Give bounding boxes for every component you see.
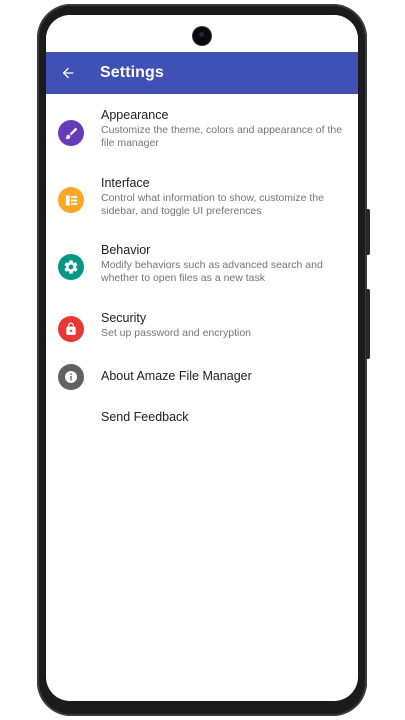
settings-item-security[interactable]: Security Set up password and encryption	[46, 311, 358, 347]
interface-icon	[58, 187, 84, 213]
item-title: Send Feedback	[101, 410, 189, 424]
item-subtitle: Control what information to show, custom…	[101, 192, 324, 217]
settings-item-appearance[interactable]: Appearance Customize the theme, colors a…	[46, 108, 358, 160]
settings-item-send-feedback[interactable]: Send Feedback	[46, 400, 358, 436]
item-title: Security	[101, 311, 147, 325]
gear-icon	[58, 254, 84, 280]
item-subtitle: Set up password and encryption	[101, 327, 252, 339]
settings-item-about[interactable]: About Amaze File Manager	[46, 359, 358, 395]
volume-button	[366, 209, 370, 255]
status-bar	[46, 15, 358, 49]
item-title: Interface	[101, 176, 150, 190]
settings-item-interface[interactable]: Interface Control what information to sh…	[46, 176, 358, 228]
front-camera	[193, 27, 211, 45]
settings-item-behavior[interactable]: Behavior Modify behaviors such as advanc…	[46, 243, 358, 295]
power-button	[366, 289, 370, 359]
item-title: Behavior	[101, 243, 151, 257]
item-title: About Amaze File Manager	[101, 369, 252, 383]
item-subtitle: Modify behaviors such as advanced search…	[101, 259, 323, 284]
page-title: Settings	[100, 64, 164, 81]
item-subtitle: Customize the theme, colors and appearan…	[101, 124, 343, 149]
item-title: Appearance	[101, 108, 169, 122]
paintbrush-icon	[58, 120, 84, 146]
arrow-back-icon[interactable]	[57, 62, 79, 84]
screen: Settings Appearance Customize the theme,…	[46, 15, 358, 701]
phone-frame: Settings Appearance Customize the theme,…	[37, 4, 370, 716]
lock-icon	[58, 316, 84, 342]
app-bar: Settings	[46, 52, 358, 94]
info-icon	[58, 364, 84, 390]
